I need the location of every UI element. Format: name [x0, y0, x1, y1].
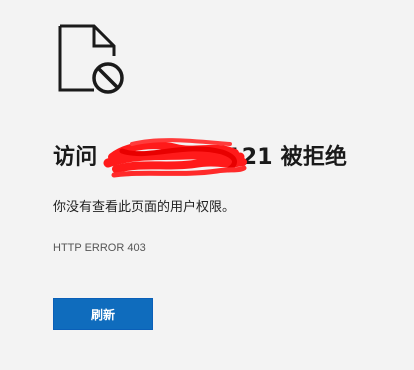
error-page: 访问 121 被拒绝 你没有查看此页面的用户权限。 HTTP ERROR 403…	[0, 0, 414, 370]
red-redaction-scribble	[103, 138, 247, 178]
blocked-document-icon	[58, 24, 124, 94]
http-error-code: HTTP ERROR 403	[53, 242, 146, 254]
error-message: 你没有查看此页面的用户权限。	[53, 200, 236, 215]
title-suffix: 被拒绝	[272, 145, 348, 170]
refresh-button[interactable]: 刷新	[53, 298, 153, 330]
